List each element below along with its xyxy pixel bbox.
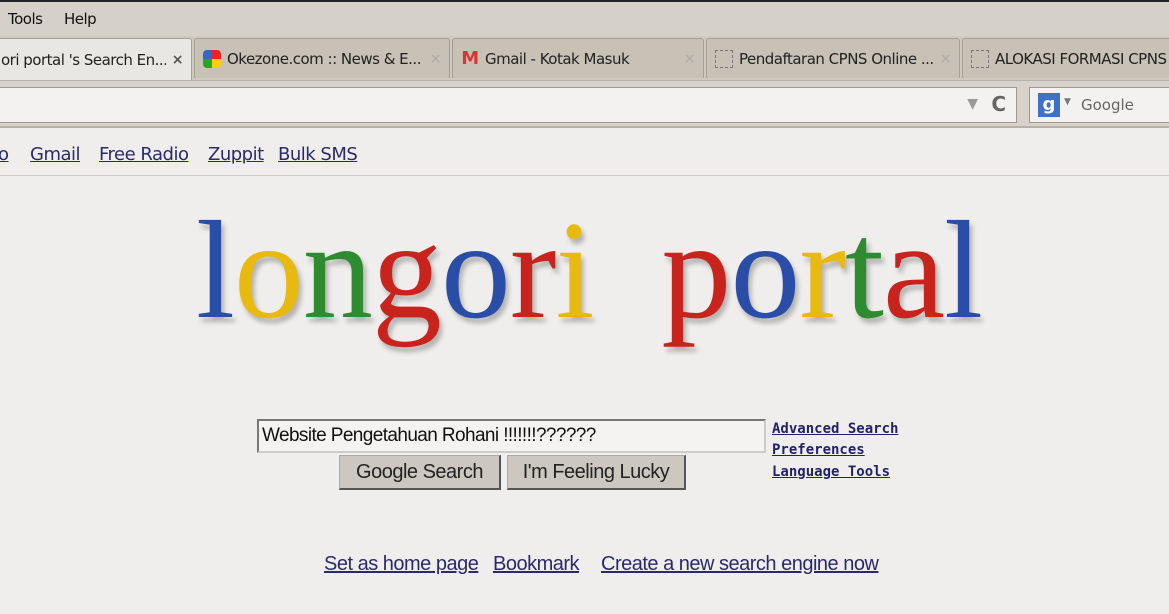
bookmark-bulk-sms[interactable]: Bulk SMS [278, 144, 358, 165]
dropdown-arrow-icon[interactable]: ▼ [1064, 97, 1071, 107]
logo-letter: o [730, 193, 800, 348]
tab-title: ALOKASI FORMASI CPNS [995, 49, 1167, 68]
bookmark-free-radio[interactable]: Free Radio [99, 144, 189, 165]
close-icon[interactable]: × [430, 51, 442, 67]
close-icon[interactable]: × [684, 51, 696, 67]
bookmarks-bar: o Gmail Free Radio Zuppit Bulk SMS [0, 130, 1169, 176]
search-placeholder: Google [1081, 96, 1134, 114]
google-icon[interactable]: g [1038, 93, 1060, 117]
reload-icon[interactable]: C [991, 92, 1006, 116]
menu-help[interactable]: Help [64, 10, 97, 28]
create-search-engine-link[interactable]: Create a new search engine now [601, 553, 879, 576]
feeling-lucky-button[interactable]: I'm Feeling Lucky [507, 455, 686, 490]
menu-bar: Tools Help [0, 0, 1169, 36]
dropdown-arrow-icon[interactable]: ▼ [967, 96, 978, 112]
set-home-page-link[interactable]: Set as home page [324, 553, 479, 576]
tab-gmail[interactable]: M Gmail - Kotak Masuk × [452, 38, 704, 78]
tab-longori-portal[interactable]: ori portal 's Search En... × [0, 38, 192, 80]
logo-letter [593, 193, 661, 348]
url-bar[interactable]: ▼ C [0, 87, 1017, 123]
site-logo: longori portal [196, 190, 983, 351]
preferences-link[interactable]: Preferences [772, 442, 865, 458]
okezone-icon [203, 49, 221, 68]
search-bar[interactable]: g ▼ Google [1029, 87, 1169, 123]
logo-letter: r [799, 193, 846, 348]
bookmark-zuppit[interactable]: Zuppit [208, 144, 264, 165]
logo-letter: r [509, 193, 557, 348]
tab-title: Gmail - Kotak Masuk [485, 49, 630, 68]
logo-letter: n [302, 193, 373, 348]
tab-pendaftaran-cpns[interactable]: Pendaftaran CPNS Online ... × [706, 38, 960, 78]
gmail-icon: M [461, 47, 479, 69]
logo-letter: l [196, 193, 235, 348]
logo-letter: l [944, 193, 983, 348]
blank-page-icon [715, 49, 733, 68]
blank-page-icon [971, 49, 989, 68]
tab-alokasi-formasi[interactable]: ALOKASI FORMASI CPNS [962, 38, 1169, 78]
close-icon[interactable]: × [172, 52, 184, 68]
bookmark-gmail[interactable]: Gmail [30, 144, 81, 165]
google-search-button[interactable]: Google Search [339, 455, 501, 490]
language-tools-link[interactable]: Language Tools [772, 464, 890, 480]
tab-strip: ori portal 's Search En... × Okezone.com… [0, 36, 1169, 80]
navigation-bar: ▼ C g ▼ Google [0, 80, 1169, 128]
bookmark-link[interactable]: Bookmark [493, 553, 580, 576]
logo-letter: p [661, 193, 731, 348]
logo-letter: t [845, 193, 884, 348]
logo-letter: a [882, 193, 945, 348]
search-input[interactable]: Website Pengetahuan Rohani !!!!!!!?????? [257, 419, 766, 453]
bookmark-item[interactable]: o [0, 144, 9, 165]
logo-letter: g [371, 193, 442, 348]
tab-title: Okezone.com :: News & E... [227, 49, 421, 68]
logo-letter: o [440, 193, 511, 348]
logo-letter: o [233, 193, 304, 348]
tab-okezone[interactable]: Okezone.com :: News & E... × [194, 38, 450, 78]
logo-letter: i [555, 193, 595, 348]
tab-title: Pendaftaran CPNS Online ... [739, 49, 934, 68]
menu-tools[interactable]: Tools [8, 10, 43, 28]
tab-title: ori portal 's Search En... [1, 50, 166, 69]
advanced-search-link[interactable]: Advanced Search [772, 421, 898, 437]
close-icon[interactable]: × [940, 51, 952, 67]
